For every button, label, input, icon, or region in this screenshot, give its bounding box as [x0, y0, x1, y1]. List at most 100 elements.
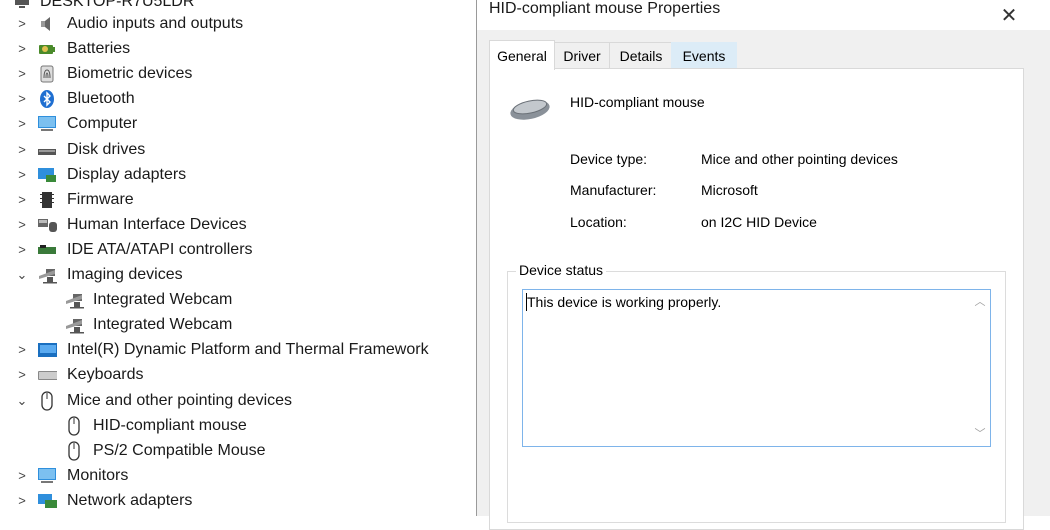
general-tab-panel: HID-compliant mouse Device type: Mice an…: [489, 68, 1024, 530]
chevron-right-icon[interactable]: >: [14, 242, 30, 257]
tree-item-label: Audio inputs and outputs: [67, 15, 244, 32]
chevron-right-icon[interactable]: >: [14, 468, 30, 483]
scroll-up-icon[interactable]: ︿: [974, 296, 986, 308]
speaker-icon: [37, 15, 57, 33]
mouse-icon: [37, 391, 57, 411]
tree-item[interactable]: > IDE ATA/ATAPI controllers: [0, 238, 478, 262]
network-adapter-icon: [37, 492, 57, 510]
tree-item-label: Mice and other pointing devices: [67, 392, 293, 409]
tree-item-label: Intel(R) Dynamic Platform and Thermal Fr…: [67, 341, 429, 358]
device-status-text: This device is working properly.: [527, 294, 722, 310]
tree-item-label: Integrated Webcam: [93, 291, 233, 308]
chevron-right-icon[interactable]: >: [14, 217, 30, 232]
firmware-icon: [37, 191, 57, 209]
chevron-right-icon[interactable]: >: [14, 342, 30, 357]
chevron-down-icon[interactable]: ⌄: [14, 267, 30, 283]
chevron-right-icon[interactable]: >: [14, 167, 30, 182]
tree-item-label: Computer: [67, 115, 138, 132]
scroll-down-icon[interactable]: ﹀: [974, 428, 986, 440]
device-type-label: Device type:: [570, 151, 648, 167]
tree-item[interactable]: ⌄ Imaging devices: [0, 263, 478, 287]
chevron-right-icon[interactable]: >: [14, 367, 30, 382]
webcam-icon: [37, 266, 57, 284]
properties-dialog: HID-compliant mouse Properties ✕ General…: [476, 0, 1050, 530]
fingerprint-icon: [37, 65, 57, 83]
tree-item-label: Batteries: [67, 40, 131, 57]
tree-item-label: Integrated Webcam: [93, 316, 233, 333]
webcam-icon: [64, 291, 84, 309]
chevron-right-icon[interactable]: >: [14, 142, 30, 157]
tree-item[interactable]: Integrated Webcam: [0, 288, 478, 312]
device-tree: DESKTOP-R7U5LDR > Audio inputs and output…: [0, 0, 478, 510]
disk-drive-icon: [37, 141, 57, 159]
tree-item[interactable]: > Batteries: [0, 37, 478, 61]
tree-item[interactable]: > Network adapters: [0, 489, 478, 510]
tree-item-label: Firmware: [67, 191, 134, 208]
mouse-icon: [64, 416, 84, 436]
battery-icon: [37, 40, 57, 58]
chevron-right-icon[interactable]: >: [14, 91, 30, 106]
intel-framework-icon: [37, 341, 57, 359]
tree-item[interactable]: Integrated Webcam: [0, 313, 478, 337]
device-type-value: Mice and other pointing devices: [701, 151, 898, 167]
keyboard-icon: [37, 366, 57, 384]
tree-item[interactable]: > Audio inputs and outputs: [0, 12, 478, 36]
tree-item[interactable]: > Firmware: [0, 188, 478, 212]
tree-item[interactable]: PS/2 Compatible Mouse: [0, 439, 478, 463]
tree-item-label: Disk drives: [67, 141, 146, 158]
webcam-icon: [64, 316, 84, 334]
tree-item-label: IDE ATA/ATAPI controllers: [67, 241, 253, 258]
close-icon: ✕: [1000, 4, 1018, 27]
manufacturer-label: Manufacturer:: [570, 182, 657, 198]
tree-item[interactable]: ⌄ Mice and other pointing devices: [0, 389, 478, 413]
tree-item-label: Network adapters: [67, 492, 193, 509]
dialog-title: HID-compliant mouse Properties: [489, 0, 721, 17]
tree-item-label: Monitors: [67, 467, 129, 484]
tree-item[interactable]: > Monitors: [0, 464, 478, 488]
tree-item-label: Biometric devices: [67, 65, 193, 82]
tab-details[interactable]: Details: [609, 42, 673, 69]
monitor-icon: [37, 467, 57, 485]
tab-events[interactable]: Events: [671, 42, 737, 69]
location-value: on I2C HID Device: [701, 214, 817, 230]
close-button[interactable]: ✕: [989, 0, 1029, 30]
tree-item-label: Display adapters: [67, 166, 187, 183]
chevron-right-icon[interactable]: >: [14, 41, 30, 56]
tree-item[interactable]: HID-compliant mouse: [0, 414, 478, 438]
hid-icon: [37, 216, 57, 234]
chevron-down-icon[interactable]: ⌄: [14, 393, 30, 409]
tree-root-label: DESKTOP-R7U5LDR: [40, 0, 195, 10]
mouse-icon: [64, 441, 84, 461]
chevron-right-icon[interactable]: >: [14, 66, 30, 81]
ide-controller-icon: [37, 241, 57, 259]
computer-icon: [12, 0, 32, 11]
tree-item-label: PS/2 Compatible Mouse: [93, 442, 266, 459]
tree-item-label: HID-compliant mouse: [93, 417, 247, 434]
chevron-right-icon[interactable]: >: [14, 493, 30, 508]
tree-item[interactable]: > Display adapters: [0, 163, 478, 187]
manufacturer-value: Microsoft: [701, 182, 758, 198]
bluetooth-icon: [37, 90, 57, 108]
tree-item[interactable]: > Bluetooth: [0, 87, 478, 111]
monitor-icon: [37, 115, 57, 133]
tab-general[interactable]: General: [489, 40, 555, 70]
tree-item[interactable]: > Intel(R) Dynamic Platform and Thermal F…: [0, 338, 478, 362]
tree-item[interactable]: > Biometric devices: [0, 62, 478, 86]
mouse-device-icon: [508, 95, 552, 128]
tree-item-label: Bluetooth: [67, 90, 135, 107]
chevron-right-icon[interactable]: >: [14, 192, 30, 207]
display-adapter-icon: [37, 166, 57, 184]
device-status-label: Device status: [516, 262, 607, 278]
tree-item[interactable]: > Disk drives: [0, 138, 478, 162]
device-status-textbox[interactable]: This device is working properly. ︿ ﹀: [522, 289, 991, 447]
tree-item-label: Human Interface Devices: [67, 216, 247, 233]
chevron-right-icon[interactable]: >: [14, 116, 30, 131]
device-name: HID-compliant mouse: [570, 94, 705, 110]
tree-item-label: Imaging devices: [67, 266, 183, 283]
tab-driver[interactable]: Driver: [553, 42, 611, 69]
tree-item[interactable]: > Computer: [0, 112, 478, 136]
tree-item[interactable]: > Human Interface Devices: [0, 213, 478, 237]
tree-item[interactable]: > Keyboards: [0, 363, 478, 387]
chevron-right-icon[interactable]: >: [14, 16, 30, 31]
device-status-group: Device status This device is working pro…: [507, 262, 1006, 523]
